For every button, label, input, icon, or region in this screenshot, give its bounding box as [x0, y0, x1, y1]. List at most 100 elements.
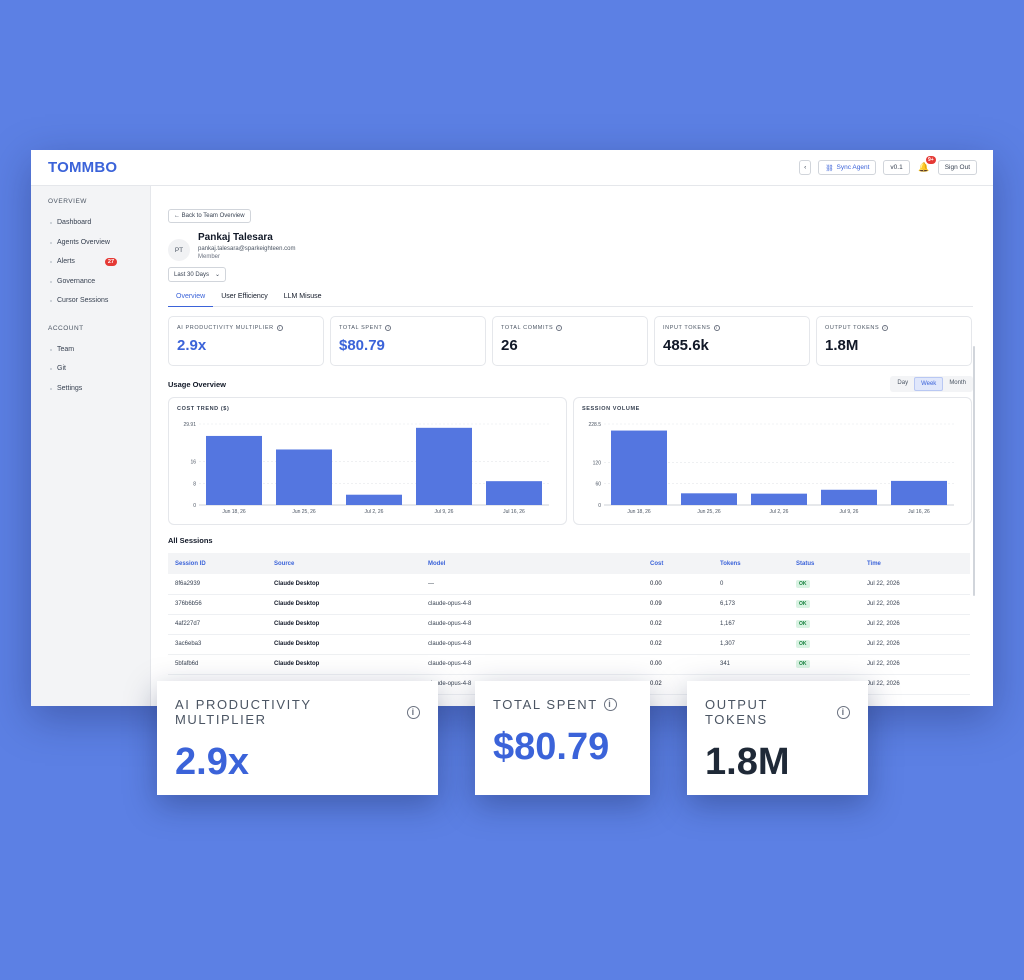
x-tick-label: Jun 18, 26: [627, 509, 651, 515]
scrollbar[interactable]: [973, 346, 975, 596]
tab-user-efficiency[interactable]: User Efficiency: [213, 290, 276, 307]
y-tick-label: 120: [593, 460, 602, 466]
info-icon[interactable]: i: [276, 325, 283, 331]
bar[interactable]: [276, 449, 332, 505]
main-content: ← Back to Team Overview PT Pankaj Talesa…: [151, 186, 993, 706]
status-badge: OK: [796, 600, 810, 608]
bar[interactable]: [751, 493, 807, 505]
info-icon[interactable]: i: [882, 325, 889, 331]
table-cell: Jul 22, 2026: [860, 574, 970, 595]
tab-overview[interactable]: Overview: [168, 290, 214, 307]
sidebar-section-overview: OVERVIEW: [48, 198, 87, 205]
table-body: 8f6a2939 Claude Desktop —0.00 0 OK Jul 22, 20…: [168, 574, 970, 695]
period-day[interactable]: Day: [891, 377, 914, 391]
info-icon[interactable]: i: [713, 325, 720, 331]
x-tick-label: Jun 25, 26: [292, 509, 316, 515]
app-window: TOMMBO ‹ ⛓ Sync Agent v0.1 🔔 9+ Sign Out…: [31, 150, 993, 706]
table-cell: Jul 22, 2026: [860, 614, 970, 635]
user-email: pankaj.talesara@sparkeighteen.com: [198, 246, 296, 252]
period-toggle: Day Week Month: [890, 376, 973, 392]
column-header[interactable]: Cost: [643, 553, 713, 574]
back-to-team-button[interactable]: ← Back to Team Overview: [168, 209, 251, 223]
y-tick-label: 0: [598, 503, 601, 509]
bar[interactable]: [416, 427, 472, 505]
table-cell: claude-opus-4-8: [421, 654, 643, 675]
notifications-button[interactable]: 🔔 9+: [917, 155, 936, 175]
sign-out-button[interactable]: Sign Out: [937, 160, 977, 175]
status-cell: OK: [789, 614, 860, 635]
period-week[interactable]: Week: [914, 377, 944, 391]
info-icon: i: [407, 705, 420, 719]
table-row[interactable]: 376b6b56 Claude Desktop claude-opus-4-8 0.0…: [168, 594, 970, 615]
metric-card-output-tokens: OUTPUT TOKENS i 1.8M: [816, 316, 972, 366]
table-cell: Jul 22, 2026: [860, 594, 970, 615]
x-tick-label: Jun 18, 26: [222, 509, 246, 515]
bar[interactable]: [486, 481, 542, 505]
cost-trend-svg: 0 8 16 29.91 Jun 18, 26 Jun 25, 26 Jul 2, 26 Ju…: [183, 422, 549, 515]
sidebar-item-settings[interactable]: Settings: [48, 379, 150, 399]
tab-bar: Overview User Efficiency LLM Misuse: [168, 290, 973, 307]
collapse-button[interactable]: ‹: [799, 160, 812, 175]
table-cell: 341: [713, 654, 789, 675]
zoom-label: AI PRODUCTIVITY MULTIPLIER: [175, 697, 312, 727]
column-header[interactable]: Status: [789, 553, 860, 574]
sidebar-item-team[interactable]: Team: [48, 340, 150, 360]
bar[interactable]: [611, 430, 667, 505]
table-row[interactable]: 3ac6eba3 Claude Desktop claude-opus-4-8 0.0…: [168, 634, 970, 655]
status-badge: OK: [796, 620, 810, 628]
sidebar-item-label: Governance: [57, 277, 96, 285]
bar[interactable]: [891, 480, 947, 505]
metric-label: TOTAL SPENT: [339, 325, 383, 331]
column-header[interactable]: Session ID: [168, 553, 267, 574]
status-badge: OK: [796, 660, 810, 668]
column-header[interactable]: Tokens: [713, 553, 789, 574]
top-bar: TOMMBO ‹ ⛓ Sync Agent v0.1 🔔 9+ Sign Out: [31, 150, 993, 186]
sidebar-item-governance[interactable]: Governance: [48, 272, 150, 292]
column-header[interactable]: Source: [267, 553, 421, 574]
sessions-table: Session ID Source Model Cost Tokens Status Tim…: [168, 553, 970, 695]
bar[interactable]: [346, 494, 402, 505]
session-volume-svg: 0 60 120 228.5 Jun 18, 26 Jun 25, 26 Jul 2, 26…: [588, 422, 954, 515]
tab-llm-misuse[interactable]: LLM Misuse: [276, 290, 330, 307]
bar[interactable]: [206, 435, 262, 505]
sidebar-item-cursor-sessions[interactable]: Cursor Sessions: [48, 291, 150, 311]
bar[interactable]: [821, 489, 877, 505]
zoom-value: $80.79: [493, 726, 610, 768]
table-cell: 0.09: [643, 594, 713, 615]
table-cell: Claude Desktop: [267, 614, 421, 635]
sidebar-item-label: Team: [57, 345, 75, 353]
table-row[interactable]: 5bfafb6d Claude Desktop claude-opus-4-8 0.0…: [168, 654, 970, 675]
alerts-count-badge: 27: [104, 257, 118, 266]
metric-cards: AI PRODUCTIVITY MULTIPLIER i 2.9x TOTAL S…: [168, 316, 973, 366]
column-header[interactable]: Time: [860, 553, 970, 574]
status-cell: OK: [789, 574, 860, 595]
table-header-row: Session ID Source Model Cost Tokens Status Tim…: [168, 553, 970, 574]
info-icon[interactable]: i: [556, 325, 563, 331]
sync-agent-button[interactable]: ⛓ Sync Agent: [818, 160, 877, 175]
table-row[interactable]: 4af227d7 Claude Desktop claude-opus-4-8 0.0…: [168, 614, 970, 635]
metric-label: OUTPUT TOKENS: [825, 325, 880, 331]
sidebar-item-git[interactable]: Git: [48, 359, 150, 379]
table-row[interactable]: 8f6a2939 Claude Desktop —0.00 0 OK Jul 22, 20…: [168, 574, 970, 595]
sidebar-item-label: Git: [57, 365, 66, 373]
sidebar-item-dashboard[interactable]: Dashboard: [48, 213, 150, 233]
zoom-card-productivity: AI PRODUCTIVITY MULTIPLIER i 2.9x: [157, 681, 438, 795]
chart-title: SESSION VOLUME: [582, 406, 640, 412]
info-icon[interactable]: i: [385, 325, 392, 331]
sidebar-item-label: Agents Overview: [57, 238, 110, 246]
period-month[interactable]: Month: [943, 377, 972, 391]
sidebar-item-label: Settings: [57, 384, 83, 392]
sidebar-item-agents-overview[interactable]: Agents Overview: [48, 233, 150, 253]
info-icon: i: [837, 705, 850, 719]
date-range-select[interactable]: Last 30 Days ⌄: [168, 267, 227, 282]
zoom-value: 2.9x: [175, 741, 249, 783]
app-logo[interactable]: TOMMBO: [48, 159, 117, 176]
metric-value: $80.79: [339, 337, 385, 354]
sidebar-section-account: ACCOUNT: [48, 324, 84, 332]
bar[interactable]: [681, 493, 737, 505]
sidebar-item-alerts[interactable]: Alerts 27: [48, 252, 150, 272]
x-tick-label: Jul 2, 26: [770, 509, 789, 515]
metric-label: AI PRODUCTIVITY MULTIPLIER: [177, 325, 274, 331]
date-range-value: Last 30 Days: [174, 271, 210, 278]
column-header[interactable]: Model: [421, 553, 643, 574]
